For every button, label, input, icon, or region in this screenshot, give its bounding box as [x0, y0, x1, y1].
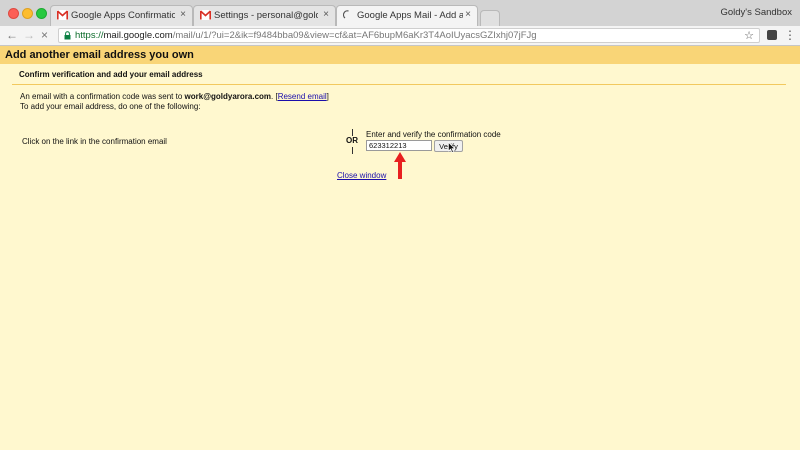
url-host: mail.google.com [103, 30, 173, 41]
section-subtitle: Confirm verification and add your email … [19, 70, 203, 79]
tab-title: Google Apps Mail - Add anothe [357, 10, 463, 21]
url-text: https://mail.google.com/mail/u/1/?ui=2&i… [75, 30, 537, 41]
tab-title: Google Apps Confirmation - Se [71, 10, 175, 21]
tab-close-icon[interactable]: × [465, 9, 471, 20]
lock-icon [64, 31, 71, 40]
gmail-icon [200, 10, 211, 20]
option-click-link: Click on the link in the confirmation em… [22, 137, 167, 146]
browser-toolbar: ← → × https://mail.google.com/mail/u/1/?… [0, 26, 800, 46]
tab-title: Settings - personal@goldyarora [214, 10, 318, 21]
page-content: Add another email address you own Confir… [0, 46, 800, 450]
tab-close-icon[interactable]: × [180, 9, 186, 20]
profile-name[interactable]: Goldy's Sandbox [720, 7, 792, 18]
message-end: ] [326, 92, 329, 101]
new-tab-button[interactable] [480, 10, 500, 26]
option-enter-code: Enter and verify the confirmation code [366, 130, 501, 139]
forward-arrow-icon[interactable]: → [23, 28, 35, 42]
minimize-window-dot-icon[interactable] [22, 8, 33, 19]
loading-spinner-icon [343, 10, 349, 19]
browser-tab-settings[interactable]: Settings - personal@goldyarora × [193, 5, 336, 26]
divider-line-bottom [352, 147, 353, 154]
chrome-menu-icon[interactable]: ⋮ [784, 28, 796, 42]
divider [12, 84, 786, 85]
close-window-dot-icon[interactable] [8, 8, 19, 19]
page-header: Add another email address you own [0, 46, 800, 64]
target-email: work@goldyarora.com [184, 92, 272, 101]
url-path: /mail/u/1/?ui=2&ik=f9484bba09&view=cf&at… [172, 30, 537, 41]
extension-icon[interactable] [767, 30, 777, 40]
url-scheme: https:// [75, 30, 104, 41]
browser-tab-add-address[interactable]: Google Apps Mail - Add anothe × [336, 5, 478, 27]
tab-close-icon[interactable]: × [323, 9, 329, 20]
resend-email-link[interactable]: Resend email [278, 92, 327, 101]
mouse-cursor-icon [448, 142, 456, 153]
maximize-window-dot-icon[interactable] [36, 8, 47, 19]
browser-titlebar: Google Apps Confirmation - Se × Settings… [0, 0, 800, 27]
or-label: OR [346, 136, 358, 145]
instruction-text: To add your email address, do one of the… [20, 102, 201, 111]
back-arrow-icon[interactable]: ← [6, 28, 18, 42]
message-suffix: . [ [271, 92, 278, 101]
message-prefix: An email with a confirmation code was se… [20, 92, 185, 101]
gmail-icon [57, 10, 68, 20]
red-arrow-annotation-icon [394, 152, 406, 179]
bookmark-star-icon[interactable]: ☆ [744, 29, 754, 42]
close-window-link[interactable]: Close window [337, 171, 386, 180]
address-bar[interactable]: https://mail.google.com/mail/u/1/?ui=2&i… [58, 28, 760, 43]
confirmation-message: An email with a confirmation code was se… [20, 92, 329, 112]
stop-loading-icon[interactable]: × [41, 28, 48, 42]
confirmation-code-input[interactable] [366, 140, 432, 151]
page-title: Add another email address you own [5, 49, 194, 61]
browser-tab-confirmation[interactable]: Google Apps Confirmation - Se × [50, 5, 193, 26]
divider-line-top [352, 129, 353, 136]
